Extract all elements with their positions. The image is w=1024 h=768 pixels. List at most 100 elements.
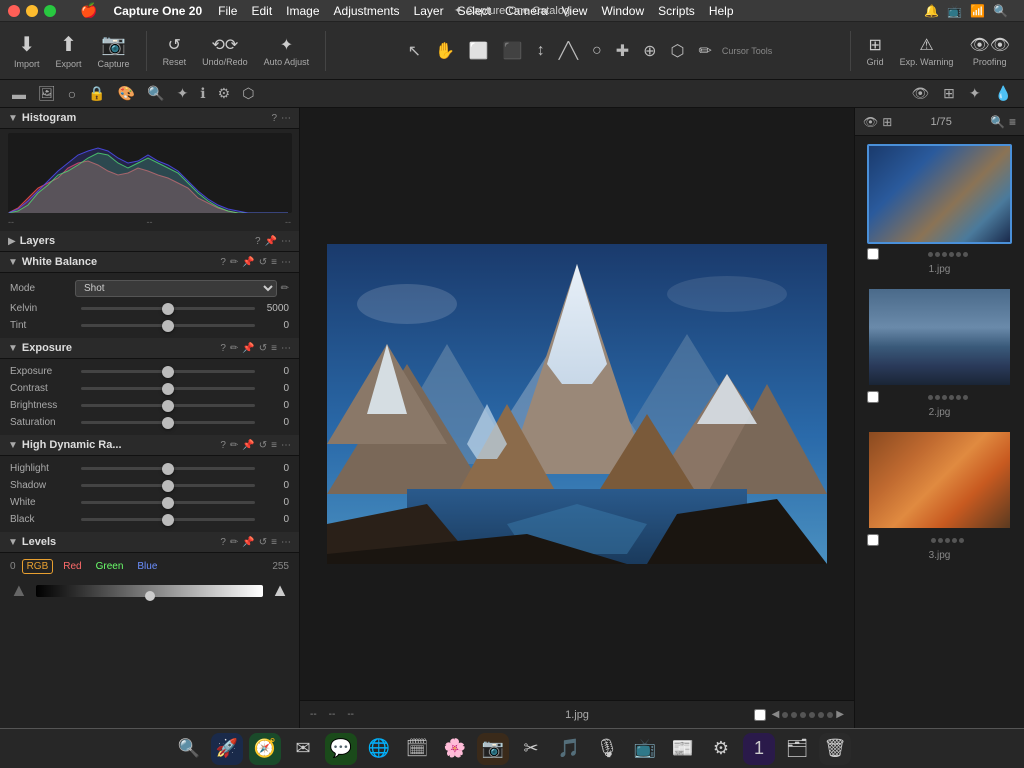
white-track[interactable] xyxy=(81,501,255,504)
levels-rgb-tab[interactable]: RGB xyxy=(22,559,54,574)
notification-icon[interactable]: 🔔 xyxy=(924,4,939,18)
menu-file[interactable]: File xyxy=(218,4,237,18)
brightness-track[interactable] xyxy=(81,404,255,407)
menu-help[interactable]: Help xyxy=(709,4,734,18)
dock-systemprefs[interactable]: ⚙ xyxy=(705,733,737,765)
screen-share-icon[interactable]: 📺 xyxy=(947,4,962,18)
next-arrow[interactable]: ▶ xyxy=(836,709,844,720)
exp-list[interactable]: ≡ xyxy=(271,343,277,354)
thumb-2-check[interactable] xyxy=(867,391,879,403)
thumbnail-2[interactable]: 2.jpg xyxy=(863,287,1016,418)
capture-button[interactable]: 📷 Capture xyxy=(94,28,134,73)
film-icon[interactable]: ▬ xyxy=(8,84,30,104)
saturation-track[interactable] xyxy=(81,421,255,424)
hdr-question[interactable]: ? xyxy=(220,440,226,451)
dock-files[interactable]: 🗂 xyxy=(781,733,813,765)
brightness-thumb[interactable] xyxy=(162,400,174,412)
grid-button[interactable]: ⊞ Grid xyxy=(863,31,888,71)
levels-list[interactable]: ≡ xyxy=(271,537,277,548)
prev-arrow[interactable]: ◀ xyxy=(772,709,780,720)
menu-adjustments[interactable]: Adjustments xyxy=(334,4,400,18)
dot-2[interactable] xyxy=(791,712,797,718)
dot-6[interactable] xyxy=(827,712,833,718)
close-button[interactable] xyxy=(8,5,20,17)
dock-finder[interactable]: 🔍 xyxy=(173,733,205,765)
dock-launchpad[interactable]: 🚀 xyxy=(211,733,243,765)
dot-3[interactable] xyxy=(800,712,806,718)
dock-1password[interactable]: 1 xyxy=(743,733,775,765)
undoredo-button[interactable]: ⟲⟳ Undo/Redo xyxy=(198,31,252,71)
hdr-reset[interactable]: ↺ xyxy=(259,440,267,451)
mode-select[interactable]: Shot xyxy=(75,280,277,297)
layers-menu[interactable]: ⋯ xyxy=(281,236,291,247)
exp-warning-button[interactable]: ⚠ Exp. Warning xyxy=(896,31,958,71)
thumb-img-1[interactable] xyxy=(867,144,1012,244)
black-thumb[interactable] xyxy=(162,514,174,526)
contrast-thumb[interactable] xyxy=(162,383,174,395)
histogram-question[interactable]: ? xyxy=(271,113,277,124)
levels-edit[interactable]: ✏ xyxy=(230,537,238,548)
sample-tool[interactable]: ⬡ xyxy=(667,37,689,65)
layers-question[interactable]: ? xyxy=(255,236,261,247)
pan-tool[interactable]: ✋ xyxy=(431,37,459,65)
dot-5[interactable] xyxy=(818,712,824,718)
split-icon[interactable]: ⊞ xyxy=(939,83,959,104)
histogram-menu[interactable]: ⋯ xyxy=(281,113,291,124)
kelvin-thumb[interactable] xyxy=(162,303,174,315)
levels-pin[interactable]: 📌 xyxy=(242,537,254,548)
dot-navigation[interactable]: ◀ ▶ xyxy=(772,709,844,720)
saturation-thumb[interactable] xyxy=(162,417,174,429)
lock-icon[interactable]: 🔒 xyxy=(84,83,109,104)
wb-header[interactable]: ▼ White Balance ? ✏ 📌 ↺ ≡ ⋯ xyxy=(0,252,299,273)
menu-window[interactable]: Window xyxy=(601,4,644,18)
rp-adjust-icon[interactable]: ⊞ xyxy=(882,115,892,129)
highlight-thumb[interactable] xyxy=(162,463,174,475)
crop-tool[interactable]: ⬜ xyxy=(465,37,493,65)
tint-track[interactable] xyxy=(81,324,255,327)
dock-safari[interactable]: 🧭 xyxy=(249,733,281,765)
lens-icon[interactable]: 🔍 xyxy=(143,83,168,104)
levels-question[interactable]: ? xyxy=(220,537,226,548)
dock-photos[interactable]: 🌸 xyxy=(439,733,471,765)
dock-news[interactable]: 📰 xyxy=(667,733,699,765)
image-viewport[interactable] xyxy=(300,108,854,700)
highlight-track[interactable] xyxy=(81,467,255,470)
import-button[interactable]: ⬇ Import xyxy=(10,28,44,73)
menu-scripts[interactable]: Scripts xyxy=(658,4,695,18)
levels-green-tab[interactable]: Green xyxy=(92,560,128,573)
hdr-pin[interactable]: 📌 xyxy=(242,440,254,451)
minimize-button[interactable] xyxy=(26,5,38,17)
circle-tool[interactable]: ○ xyxy=(588,38,606,64)
exp-menu[interactable]: ⋯ xyxy=(281,343,291,354)
dock-messages[interactable]: 💬 xyxy=(325,733,357,765)
photo-icon[interactable]: 🖼 xyxy=(34,83,60,104)
dock-trash[interactable]: 🗑 xyxy=(819,733,851,765)
menu-image[interactable]: Image xyxy=(286,4,319,18)
contrast-track[interactable] xyxy=(81,387,255,390)
picker-icon[interactable]: ✦ xyxy=(965,83,985,104)
shadow-track[interactable] xyxy=(81,484,255,487)
reset-button[interactable]: ↺ Reset xyxy=(159,31,191,71)
menu-edit[interactable]: Edit xyxy=(251,4,272,18)
dock-calendar[interactable]: 🗓 xyxy=(401,733,433,765)
layers-pin[interactable]: 📌 xyxy=(265,236,277,247)
exposure-header[interactable]: ▼ Exposure ? ✏ 📌 ↺ ≡ ⋯ xyxy=(0,338,299,359)
menu-layer[interactable]: Layer xyxy=(414,4,444,18)
rp-search-icon[interactable]: 🔍 xyxy=(990,115,1005,129)
exp-reset[interactable]: ↺ xyxy=(259,343,267,354)
healing-tool[interactable]: ✚ xyxy=(612,37,633,65)
thumb-img-3[interactable] xyxy=(867,430,1012,530)
dot-1[interactable] xyxy=(782,712,788,718)
dock-scissors[interactable]: ✂ xyxy=(515,733,547,765)
thumb-1-check[interactable] xyxy=(867,248,879,260)
select-tool[interactable]: ↖ xyxy=(404,37,425,65)
hdr-header[interactable]: ▼ High Dynamic Ra... ? ✏ 📌 ↺ ≡ ⋯ xyxy=(0,435,299,456)
levels-menu[interactable]: ⋯ xyxy=(281,537,291,548)
dock-music[interactable]: 🎵 xyxy=(553,733,585,765)
wifi-icon[interactable]: 📶 xyxy=(970,4,985,18)
tint-thumb[interactable] xyxy=(162,320,174,332)
proofing-button[interactable]: 👁👁 Proofing xyxy=(965,31,1014,71)
plugin-icon[interactable]: ⬡ xyxy=(238,83,258,104)
image-checkbox[interactable] xyxy=(754,709,766,721)
autoadjust-button[interactable]: ✦ Auto Adjust xyxy=(260,31,314,71)
